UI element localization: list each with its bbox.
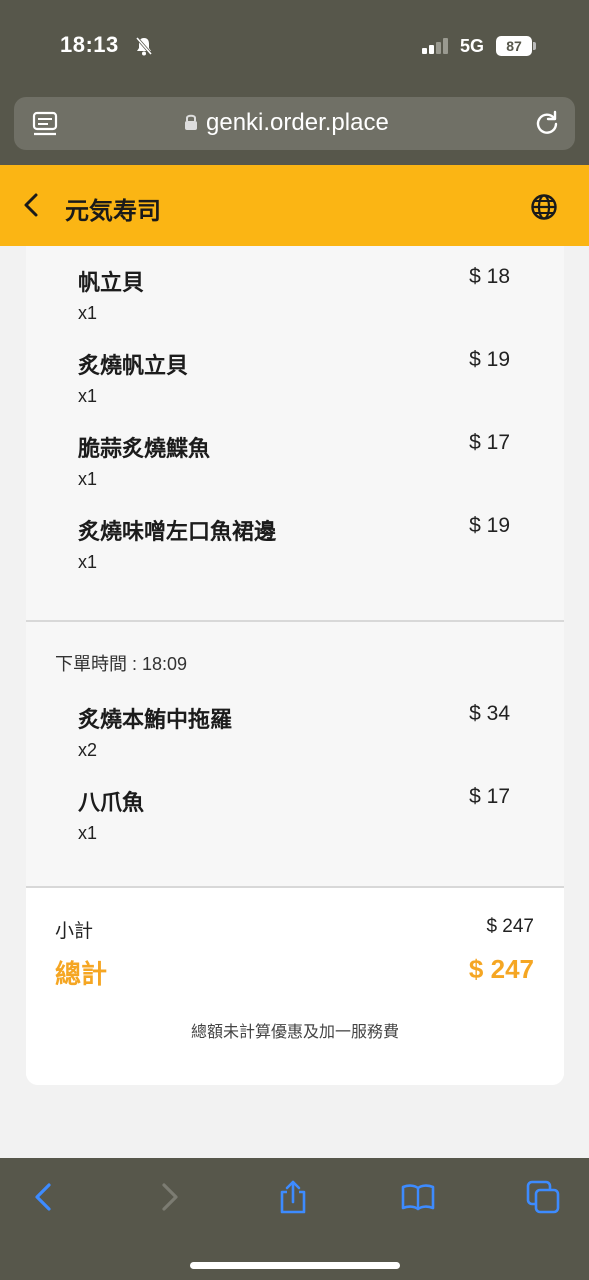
order-group-1: 帆立貝 $ 18 x1 炙燒帆立貝 $ 19 x1 脆蒜炙燒鰈魚 $ 17 x1… xyxy=(26,246,564,620)
tabs-icon[interactable] xyxy=(526,1180,560,1214)
order-content: 帆立貝 $ 18 x1 炙燒帆立貝 $ 19 x1 脆蒜炙燒鰈魚 $ 17 x1… xyxy=(0,246,589,1158)
battery-icon: 87 xyxy=(496,36,536,56)
item-price: $ 18 xyxy=(469,265,510,288)
subtotal-value: $ 247 xyxy=(486,916,534,937)
signal-icon xyxy=(422,38,448,54)
order-item: 脆蒜炙燒鰈魚 $ 17 x1 xyxy=(26,431,564,511)
order-item: 炙燒本鮪中拖羅 $ 34 x2 xyxy=(26,702,564,782)
item-name: 八爪魚 xyxy=(78,790,145,815)
item-name: 帆立貝 xyxy=(78,270,145,295)
back-icon[interactable] xyxy=(20,192,42,218)
item-name: 炙燒帆立貝 xyxy=(78,353,189,378)
order-time: 下單時間 : 18:09 xyxy=(55,654,188,674)
item-quantity: x1 xyxy=(78,386,98,406)
page-menu-icon[interactable] xyxy=(32,111,58,137)
status-time: 18:13 xyxy=(60,32,119,57)
bookmarks-icon[interactable] xyxy=(401,1180,435,1214)
battery-level: 87 xyxy=(496,36,532,56)
share-icon[interactable] xyxy=(276,1180,310,1214)
language-globe-icon[interactable] xyxy=(530,193,558,221)
order-summary-card: 帆立貝 $ 18 x1 炙燒帆立貝 $ 19 x1 脆蒜炙燒鰈魚 $ 17 x1… xyxy=(26,246,564,1085)
page-title: 元気寿司 xyxy=(65,198,161,225)
address-bar[interactable]: genki.order.place xyxy=(14,97,575,150)
item-price: $ 19 xyxy=(469,514,510,537)
lock-icon xyxy=(185,114,197,130)
order-totals: 小計 $ 247 總計 $ 247 總額未計算優惠及加一服務費 xyxy=(26,886,564,1085)
item-price: $ 19 xyxy=(469,348,510,371)
item-name: 炙燒味噌左口魚裙邊 xyxy=(78,519,277,544)
network-type: 5G xyxy=(460,36,485,56)
total-note: 總額未計算優惠及加一服務費 xyxy=(190,1024,399,1041)
item-price: $ 17 xyxy=(469,431,510,454)
item-price: $ 17 xyxy=(469,785,510,808)
app-header: 元気寿司 xyxy=(0,165,589,246)
order-item: 炙燒帆立貝 $ 19 x1 xyxy=(26,348,564,428)
item-quantity: x1 xyxy=(78,823,98,843)
item-quantity: x1 xyxy=(78,552,98,572)
total-label: 總計 xyxy=(55,959,108,989)
order-group-2: 下單時間 : 18:09 炙燒本鮪中拖羅 $ 34 x2 八爪魚 $ 17 x1 xyxy=(26,620,564,886)
item-quantity: x2 xyxy=(78,740,98,760)
order-item: 八爪魚 $ 17 x1 xyxy=(26,785,564,865)
status-bar: 18:13 5G 87 xyxy=(0,0,589,90)
browser-back-icon[interactable] xyxy=(27,1180,61,1214)
item-quantity: x1 xyxy=(78,303,98,323)
browser-forward-icon[interactable] xyxy=(152,1180,186,1214)
home-indicator[interactable] xyxy=(190,1262,400,1269)
item-quantity: x1 xyxy=(78,469,98,489)
reload-icon[interactable] xyxy=(534,110,560,136)
url-text[interactable]: genki.order.place xyxy=(206,109,389,137)
item-name: 炙燒本鮪中拖羅 xyxy=(78,707,233,732)
order-item: 炙燒味噌左口魚裙邊 $ 19 x1 xyxy=(26,514,564,594)
item-name: 脆蒜炙燒鰈魚 xyxy=(78,436,211,461)
browser-chrome: 18:13 5G 87 genki.order.place xyxy=(0,0,589,165)
item-price: $ 34 xyxy=(469,702,510,725)
bell-muted-icon xyxy=(135,37,153,56)
total-value: $ 247 xyxy=(468,954,534,984)
subtotal-label: 小計 xyxy=(55,921,94,942)
order-item: 帆立貝 $ 18 x1 xyxy=(26,265,564,345)
